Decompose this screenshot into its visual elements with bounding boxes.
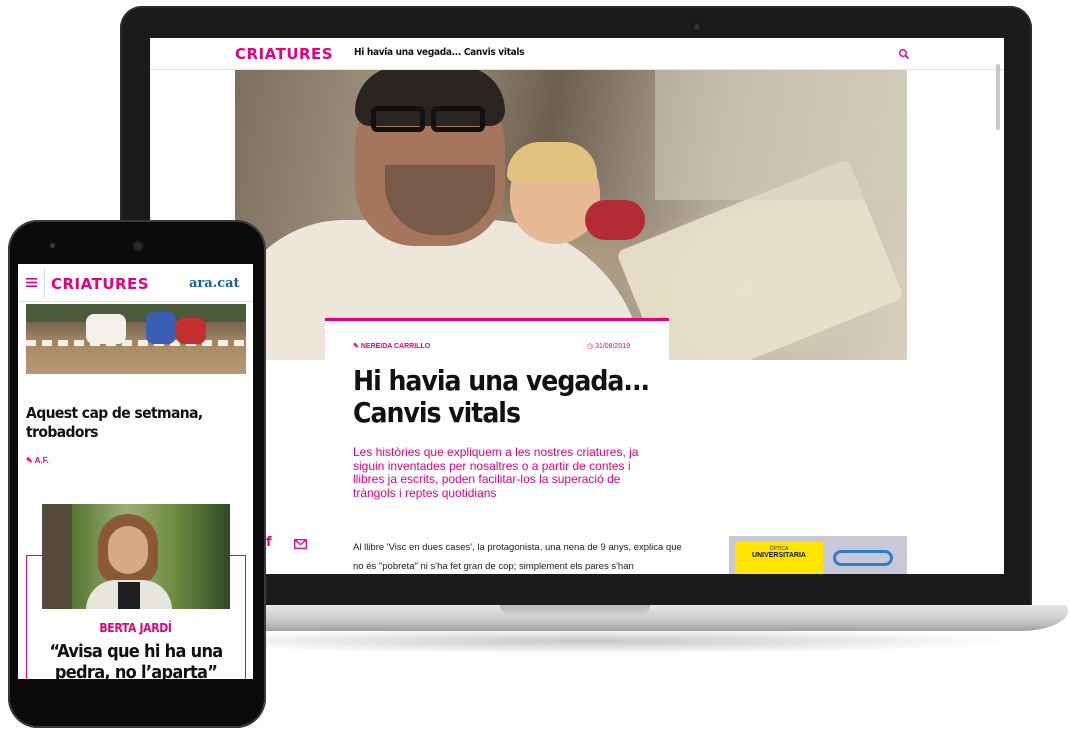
menu-icon[interactable] bbox=[26, 278, 37, 287]
pencil-icon: ✎ bbox=[353, 343, 361, 350]
article-title[interactable]: Aquest cap de setmana, trobadors bbox=[26, 404, 246, 442]
site-header: CRIATURES Hi havia una vegada... Canvis … bbox=[150, 38, 1004, 70]
clock-icon: ◷ bbox=[587, 343, 596, 350]
site-logo[interactable]: CRIATURES bbox=[235, 45, 333, 63]
opinion-quote[interactable]: “Avisa que hi ha una pedra, no l’aparta” bbox=[32, 641, 240, 679]
article-title: Hi havia una vegada... Canvis vitals bbox=[353, 364, 650, 429]
phone-sensor bbox=[50, 243, 55, 248]
ad-big-text: UNIVERSITARIA bbox=[752, 552, 806, 559]
ad-logo: ÒPTICA UNIVERSITARIA bbox=[735, 542, 823, 574]
article-lead: Les històries que expliquem a les nostre… bbox=[353, 445, 639, 500]
opinion-author[interactable]: BERTA JARDÍ bbox=[18, 621, 253, 635]
article-body: Al llibre 'Visc en dues cases', la prota… bbox=[353, 542, 682, 572]
phone-screen: CRIATURES ara.cat Aquest cap de setmana,… bbox=[18, 264, 253, 679]
ad-small-text: ÒPTICA bbox=[769, 546, 789, 552]
brand-logo[interactable]: ara.cat bbox=[189, 276, 240, 291]
mobile-header: CRIATURES ara.cat bbox=[18, 264, 253, 302]
article-author[interactable]: ✎ NEREIDA CARRILLO bbox=[353, 342, 430, 350]
facebook-icon[interactable]: f bbox=[266, 535, 272, 550]
header-divider bbox=[44, 268, 45, 298]
author-photo[interactable] bbox=[42, 504, 230, 609]
ad-banner[interactable]: ÒPTICA UNIVERSITARIA bbox=[729, 536, 907, 574]
scrollbar-thumb[interactable] bbox=[996, 64, 1000, 130]
mobile-logo[interactable]: CRIATURES bbox=[51, 275, 149, 293]
search-icon[interactable] bbox=[898, 48, 910, 60]
laptop-camera bbox=[692, 22, 702, 32]
header-article-title: Hi havia una vegada... Canvis vitals bbox=[354, 47, 525, 58]
laptop-screen: CRIATURES Hi havia una vegada... Canvis … bbox=[150, 38, 1004, 574]
glasses-image bbox=[833, 550, 893, 566]
mail-icon[interactable] bbox=[294, 539, 307, 549]
laptop-notch bbox=[500, 605, 650, 616]
laptop-shadow bbox=[160, 628, 1020, 654]
article-author[interactable]: ✎ A.F. bbox=[26, 456, 49, 465]
article-card: ✎ NEREIDA CARRILLO ◷ 31/08/2019 Hi havia… bbox=[325, 318, 669, 574]
hero-image bbox=[235, 70, 907, 360]
article-image[interactable] bbox=[26, 304, 246, 374]
pencil-icon: ✎ bbox=[26, 456, 35, 465]
phone-camera bbox=[132, 240, 144, 252]
article-date: ◷ 31/08/2019 bbox=[587, 343, 631, 350]
